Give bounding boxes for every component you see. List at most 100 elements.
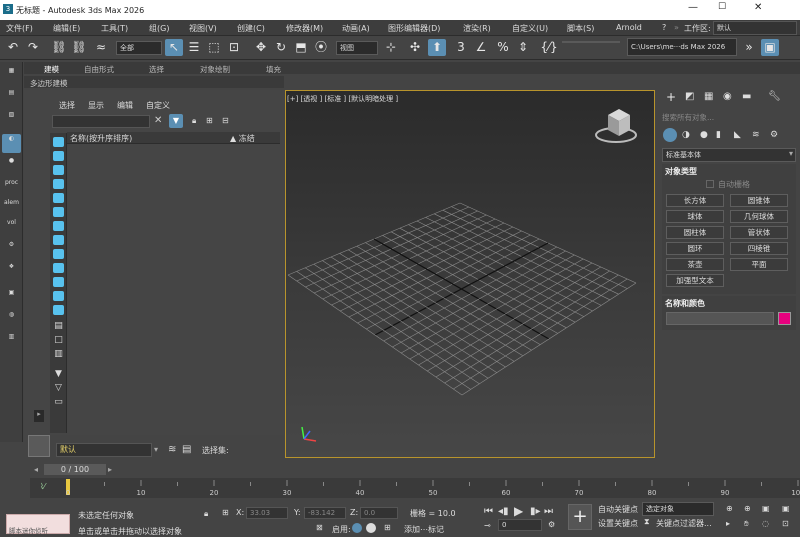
container-filter-icon[interactable] <box>53 263 64 273</box>
funnel-icon[interactable]: ▼ <box>53 369 64 379</box>
menu-scripting[interactable]: 脚本(S) <box>567 23 594 34</box>
menu-edit[interactable]: 编辑(E) <box>53 23 80 34</box>
maximize-button[interactable]: ☐ <box>718 2 726 12</box>
menu-modifiers[interactable]: 修改器(M) <box>286 23 323 34</box>
motion-tab-icon[interactable]: ◉ <box>723 91 732 102</box>
object-type-title[interactable]: 对象类型 <box>665 166 697 177</box>
hierarchy-tab-icon[interactable]: ▦ <box>704 91 713 102</box>
keyboard-shortcut-override-icon[interactable]: ⬆ <box>428 39 446 56</box>
invert-display-icon[interactable]: ▥ <box>53 349 64 359</box>
bind-spacewarp-icon[interactable]: ≈ <box>92 39 110 56</box>
populate-icon[interactable]: ◐ <box>2 134 21 153</box>
menu-group[interactable]: 组(G) <box>149 23 169 34</box>
spacewarps-category-icon[interactable]: ≋ <box>752 130 760 140</box>
create-plane-button[interactable]: 平面 <box>730 258 788 271</box>
absolute-mode-icon[interactable]: ⊞ <box>222 508 229 517</box>
menu-rendering[interactable]: 渲染(R) <box>463 23 491 34</box>
menu-customize[interactable]: 自定义(U) <box>512 23 548 34</box>
display-tab-icon[interactable]: ▬ <box>742 91 751 102</box>
perspective-viewport[interactable] <box>285 90 655 458</box>
menu-graph-editors[interactable]: 图形编辑器(D) <box>388 23 440 34</box>
camera-filter-icon[interactable] <box>53 179 64 189</box>
ribbon-tab-selection[interactable]: 选择 <box>149 64 164 75</box>
select-object-icon[interactable]: ↖ <box>165 39 183 56</box>
zoom-extents-all-icon[interactable]: ▣ <box>782 504 790 513</box>
render-icon[interactable]: ▥ <box>2 332 21 351</box>
browse-chevron-icon[interactable]: » <box>740 39 758 56</box>
container-explorer-icon[interactable]: ▧ <box>2 110 21 129</box>
go-to-start-icon[interactable]: ⏮ <box>484 506 493 517</box>
explorer-toggle-icon[interactable] <box>28 435 50 457</box>
name-color-title[interactable]: 名称和颜色 <box>665 298 705 309</box>
move-icon[interactable]: ✥ <box>252 39 270 56</box>
time-prev-icon[interactable]: ◂ <box>34 465 38 474</box>
scale-icon[interactable]: ⬒ <box>292 39 310 56</box>
layer-select[interactable]: 默认 <box>56 443 152 457</box>
display-all-icon[interactable]: ▤ <box>53 321 64 331</box>
adaptive-degradation-icon[interactable]: ⊠ <box>316 523 323 532</box>
cameras-category-icon[interactable]: ▮ <box>716 130 721 140</box>
scroll-arrow-icon[interactable]: ▸ <box>34 410 44 422</box>
hidden-filter-icon[interactable] <box>53 291 64 301</box>
light-icon[interactable]: ● <box>2 156 21 175</box>
object-name-input[interactable] <box>666 312 774 325</box>
geometry-type-select[interactable]: 标准基本体 <box>662 148 796 162</box>
autogrid-checkbox[interactable] <box>706 180 714 188</box>
key-mode-icon[interactable]: ⊸ <box>484 521 491 530</box>
pivot-center-icon[interactable]: ⊹ <box>382 39 400 56</box>
frozen-filter-icon[interactable] <box>53 277 64 287</box>
create-sphere-button[interactable]: 球体 <box>666 210 724 223</box>
maxscript-listener[interactable]: 脚本迷你侦听 <box>6 514 70 535</box>
edit-named-selection-icon[interactable]: {⁄} <box>540 39 558 56</box>
go-to-end-icon[interactable]: ⏭ <box>544 506 553 517</box>
curve-editor-icon[interactable]: ⌇⁄ <box>40 482 45 491</box>
previous-frame-icon[interactable]: ◂▮ <box>498 506 509 517</box>
current-frame-field[interactable]: 0 <box>498 519 542 531</box>
column-name[interactable]: 名称(按升序排序) <box>70 133 132 144</box>
percent-snap-icon[interactable]: % <box>494 39 512 56</box>
track-bar[interactable]: ⌇⁄ 0 10 20 30 40 50 60 70 80 90 100 <box>30 478 800 498</box>
create-cone-button[interactable]: 圆锥体 <box>730 194 788 207</box>
time-next-icon[interactable]: ▸ <box>108 465 112 474</box>
vol-label[interactable]: vol <box>2 218 21 237</box>
layer-explorer-icon[interactable]: ▤ <box>2 88 21 107</box>
time-config-icon[interactable]: ⚙ <box>548 520 555 529</box>
explorer-menu-display[interactable]: 显示 <box>88 100 104 111</box>
ribbon-polygon-modeling[interactable]: 多边形建模 <box>30 78 68 89</box>
project-path[interactable]: C:\Users\me···ds Max 2026 <box>627 38 737 56</box>
undo-icon[interactable]: ↶ <box>4 39 22 56</box>
link-icon[interactable]: ⛓ <box>50 39 68 56</box>
zoom-extents-icon[interactable]: ▣ <box>762 504 770 513</box>
reference-coordinate-select[interactable]: 视图 <box>336 41 378 55</box>
spinner-snap-icon[interactable]: ⇕ <box>514 39 532 56</box>
systems-category-icon[interactable]: ⚙ <box>770 130 778 140</box>
clear-search-icon[interactable]: ✕ <box>154 115 162 126</box>
unlink-icon[interactable]: ⛓ <box>70 39 88 56</box>
set-key-button[interactable]: 设置关键点 <box>598 518 638 529</box>
zoom-all-icon[interactable]: ⊕ <box>744 504 751 513</box>
window-crossing-icon[interactable]: ⊡ <box>225 39 243 56</box>
help-button[interactable]: ? <box>662 23 666 32</box>
folder-icon[interactable]: ▭ <box>53 397 64 407</box>
play-icon[interactable]: ▶ <box>514 504 523 518</box>
hierarchy-stack-icon[interactable]: ▤ <box>182 444 191 455</box>
shape-filter-icon[interactable] <box>53 151 64 161</box>
viewport-label[interactable]: [+] [透视 ] [标准 ] [默认明暗处理 ] <box>287 94 398 104</box>
explorer-menu-select[interactable]: 选择 <box>59 100 75 111</box>
helpers-category-icon[interactable]: ◣ <box>734 130 741 140</box>
menu-view[interactable]: 视图(V) <box>189 23 217 34</box>
x-coordinate-field[interactable]: 33.03 <box>246 507 288 519</box>
create-cylinder-button[interactable]: 圆柱体 <box>666 226 724 239</box>
rotate-icon[interactable]: ↻ <box>272 39 290 56</box>
rectangle-selection-icon[interactable]: ⬚ <box>205 39 223 56</box>
select-by-name-icon[interactable]: ☰ <box>185 39 203 56</box>
shapes-category-icon[interactable]: ◑ <box>682 130 690 140</box>
auto-key-button[interactable]: 自动关键点 <box>598 504 638 515</box>
key-set-select[interactable]: 选定对象 <box>642 502 714 516</box>
close-button[interactable]: ✕ <box>754 2 762 13</box>
render-frame-icon[interactable]: ◍ <box>2 310 21 329</box>
ribbon-tab-populate[interactable]: 填充 <box>266 64 281 75</box>
workspace-select[interactable]: 默认 <box>713 21 797 35</box>
create-geosphere-button[interactable]: 几何球体 <box>730 210 788 223</box>
explorer-list[interactable] <box>67 145 280 435</box>
